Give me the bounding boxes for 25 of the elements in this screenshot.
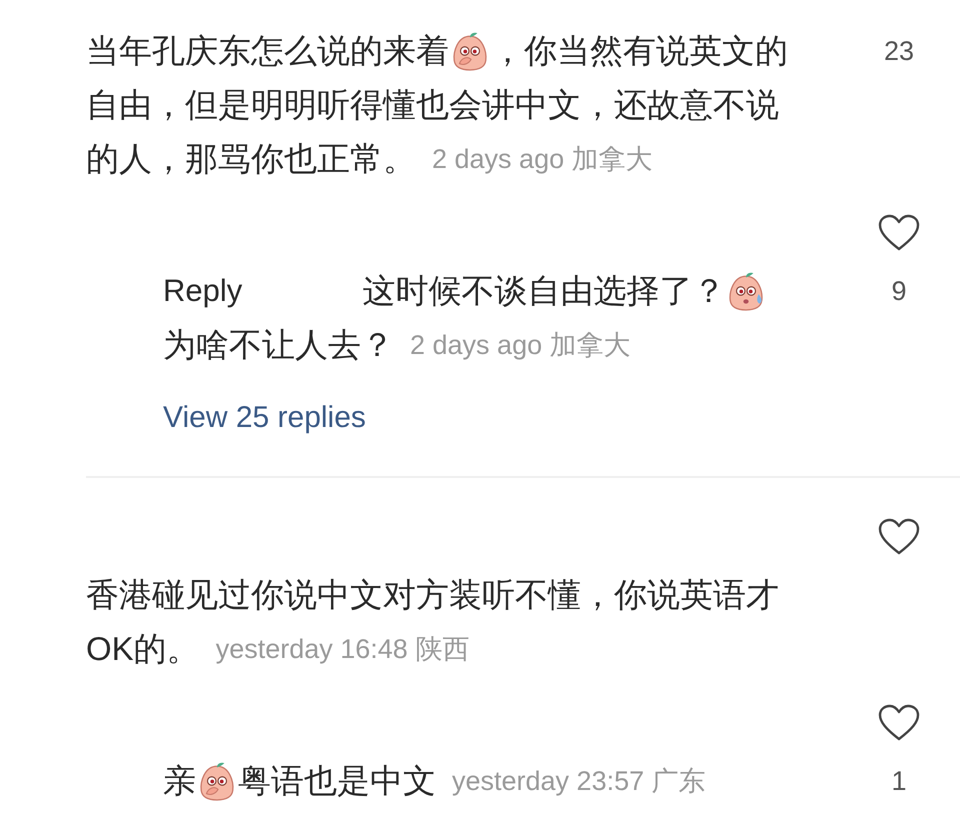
heart-icon[interactable] — [878, 704, 920, 742]
emoji-icon — [727, 271, 766, 311]
comment-text: 粤语也是中文 — [238, 761, 436, 801]
emoji-icon — [198, 761, 236, 801]
reply-author: Reply — [163, 272, 242, 310]
timestamp: 2 days ago 加拿大 — [432, 143, 653, 176]
timestamp: 2 days ago 加拿大 — [410, 329, 631, 362]
comment-text: 这时候不谈自由选择了？ — [362, 271, 726, 311]
like-count: 23 — [884, 35, 914, 68]
comment-text: 的人，那骂你也正常。 — [86, 139, 416, 179]
like-count: 9 — [891, 275, 907, 308]
timestamp: yesterday 23:57 广东 — [452, 765, 706, 798]
comment-text: OK的。 — [86, 629, 200, 669]
heart-icon[interactable] — [878, 518, 920, 556]
comment-text: 为啥不让人去？ — [163, 325, 394, 365]
like-count: 1 — [891, 765, 907, 798]
timestamp: yesterday 16:48 陕西 — [216, 633, 470, 666]
comment-text: 自由，但是明明听得懂也会讲中文，还故意不说 — [86, 85, 779, 125]
comment-text: 香港碰见过你说中文对方装听不懂，你说英语才 — [86, 575, 779, 615]
comment-text: ，你当然有说英文的 — [491, 31, 788, 71]
heart-icon[interactable] — [878, 214, 920, 252]
comment-text: 当年孔庆东怎么说的来着 — [86, 31, 449, 71]
emoji-icon — [451, 31, 489, 71]
comment-text: 亲 — [163, 761, 196, 801]
view-replies-link[interactable]: View 25 replies — [163, 398, 366, 438]
